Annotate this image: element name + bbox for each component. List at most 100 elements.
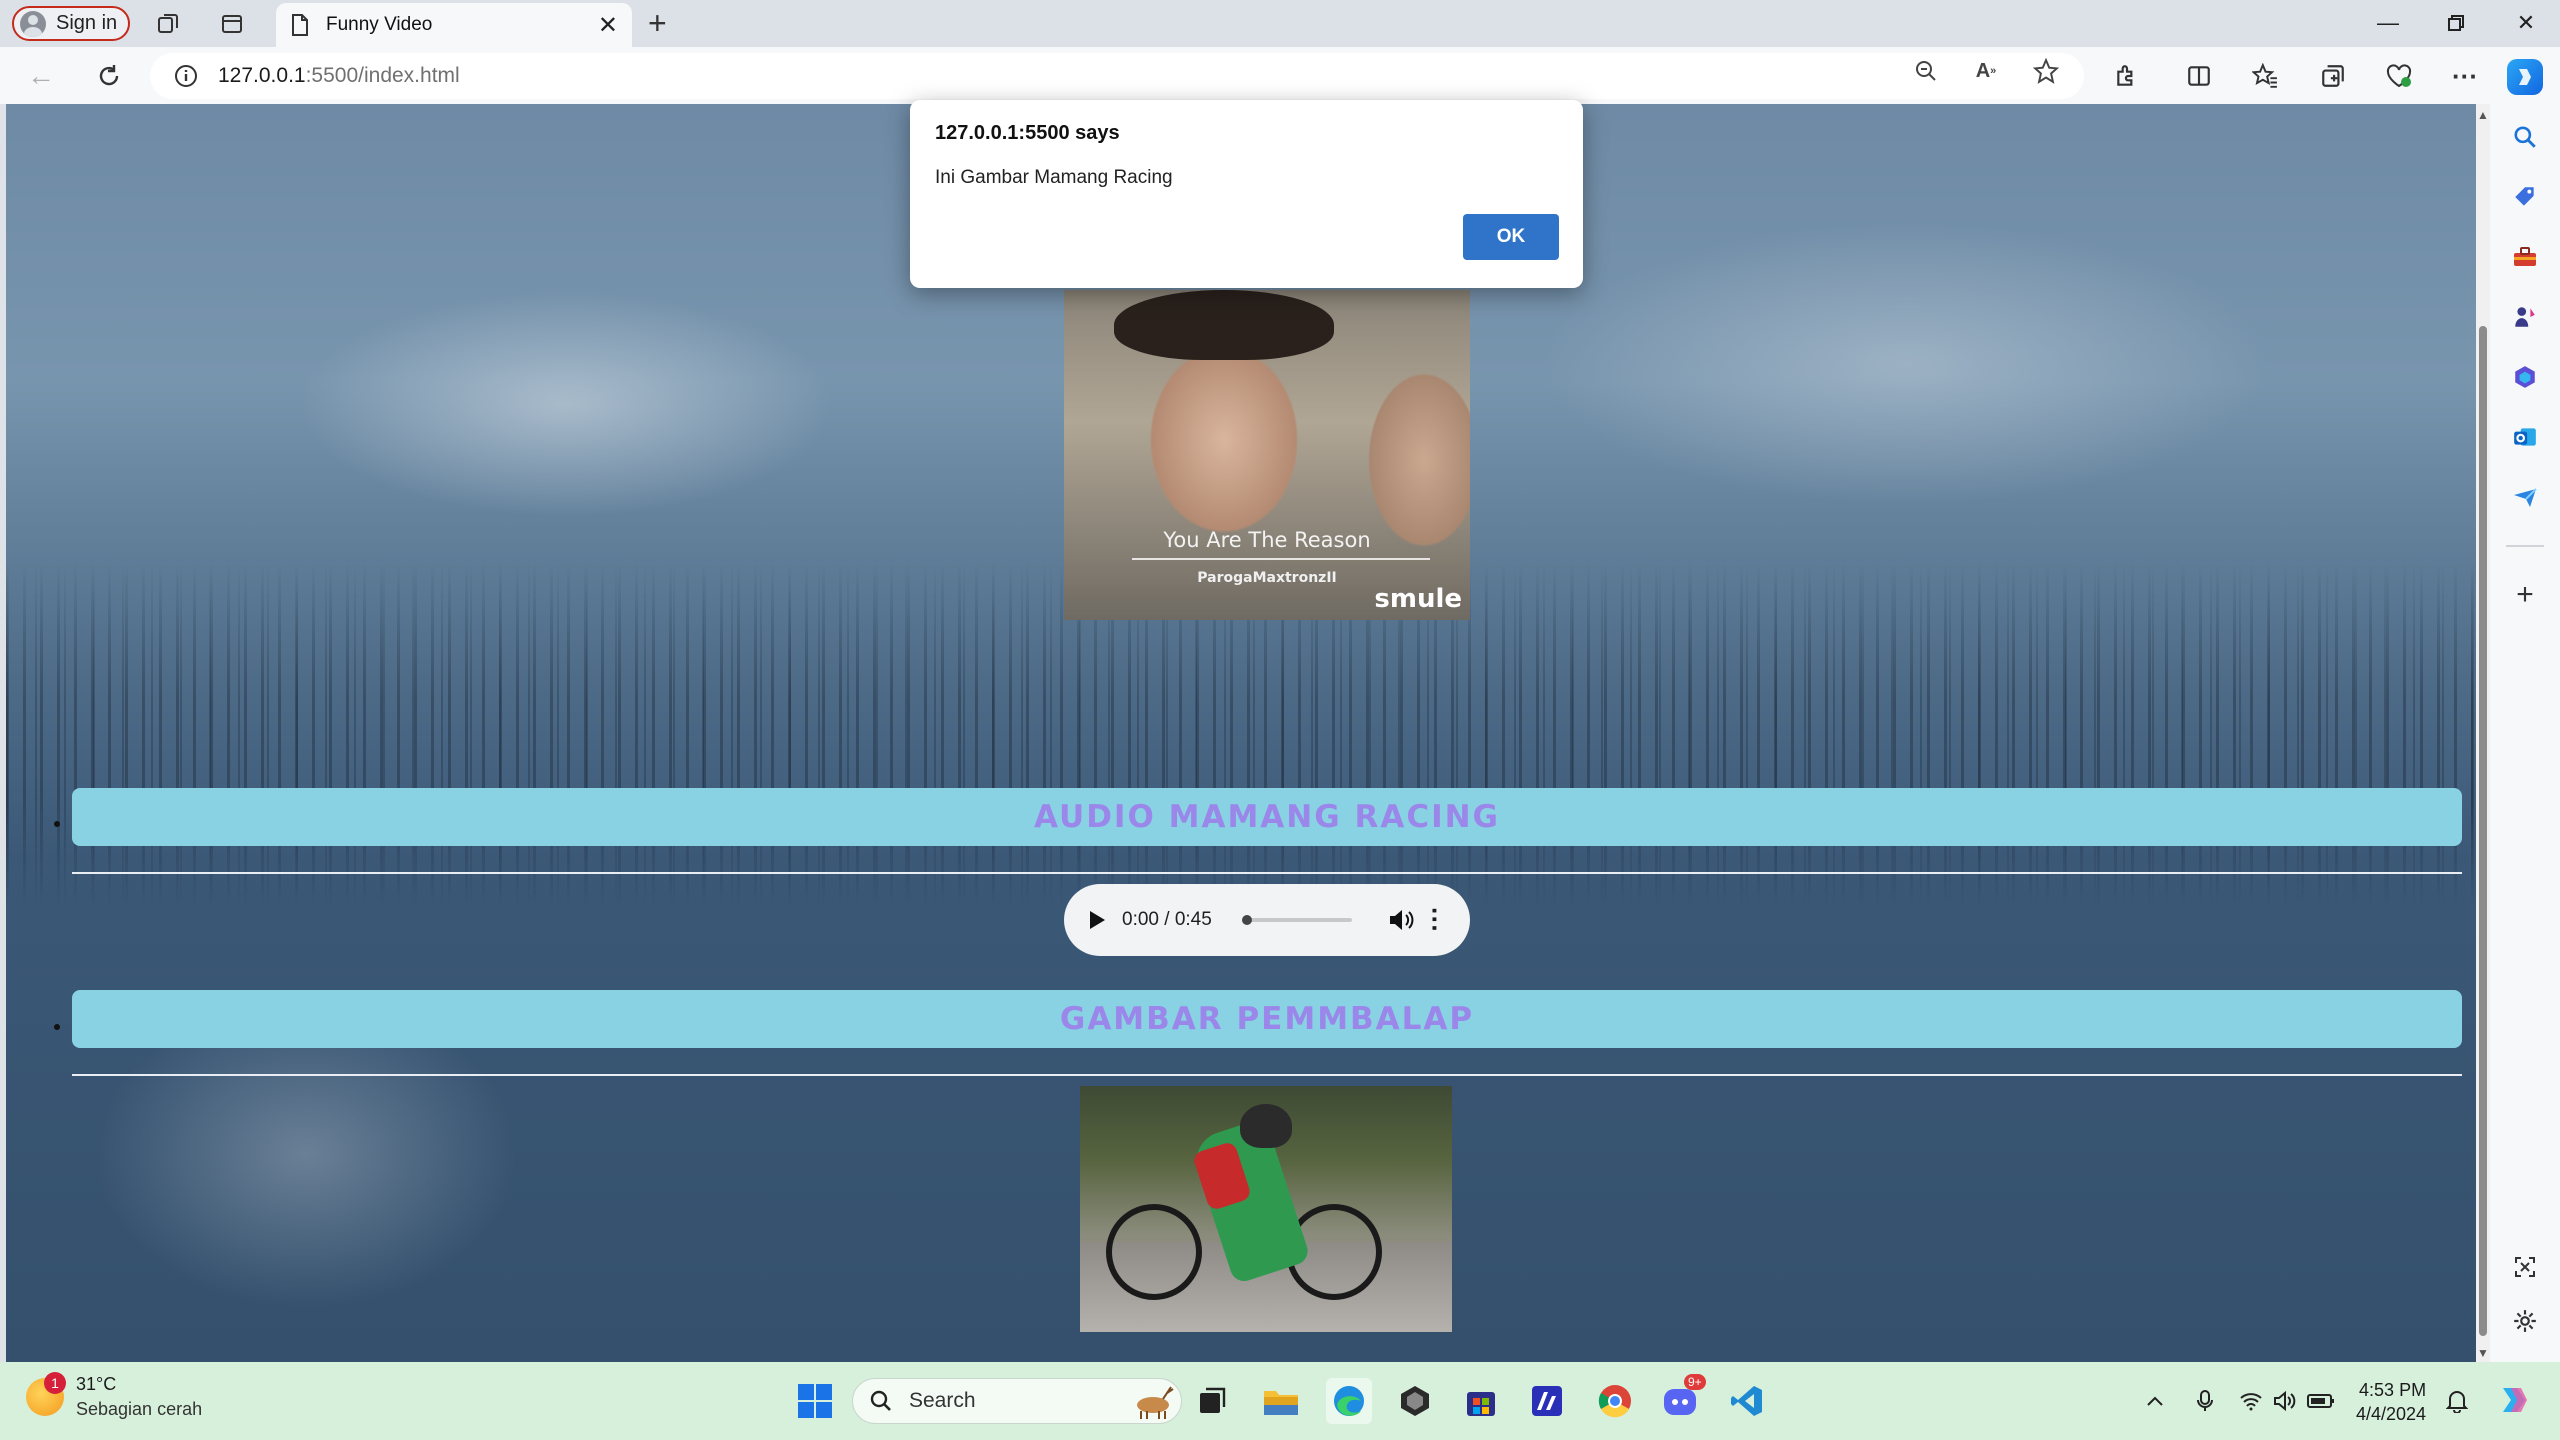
close-window-button[interactable]: ✕ bbox=[2506, 10, 2546, 36]
tab-funny-video[interactable]: Funny Video ✕ bbox=[276, 3, 632, 47]
copilot-taskbar-icon[interactable] bbox=[2494, 1382, 2534, 1418]
page-scrollbar[interactable]: ▲ ▼ bbox=[2476, 104, 2490, 1362]
profile-sign-in-button[interactable]: Sign in bbox=[12, 6, 130, 41]
microsoft-store-icon[interactable] bbox=[1458, 1378, 1504, 1424]
browser-tab-strip: Sign in Funny Video ✕ + — ✕ bbox=[0, 0, 2560, 47]
tools-toolbox-icon[interactable] bbox=[2507, 239, 2543, 275]
alert-dialog: 127.0.0.1:5500 says Ini Gambar Mamang Ra… bbox=[910, 100, 1583, 288]
taskbar-search-placeholder: Search bbox=[909, 1389, 976, 1412]
site-info-icon[interactable] bbox=[174, 64, 198, 88]
tab-close-icon[interactable]: ✕ bbox=[598, 11, 618, 40]
minimize-button[interactable]: — bbox=[2368, 10, 2408, 36]
task-view-icon[interactable] bbox=[1190, 1378, 1236, 1424]
search-icon[interactable] bbox=[2507, 119, 2543, 155]
weather-widget[interactable]: 1 31°C Sebagian cerah bbox=[26, 1372, 203, 1420]
games-icon[interactable] bbox=[2507, 299, 2543, 335]
vertical-tabs-icon[interactable] bbox=[216, 8, 248, 40]
clock-time: 4:53 PM bbox=[2359, 1380, 2427, 1400]
microphone-icon[interactable] bbox=[2190, 1386, 2220, 1416]
new-tab-button[interactable]: + bbox=[648, 7, 667, 39]
audio-time: 0:00 / 0:45 bbox=[1122, 909, 1212, 930]
refresh-icon[interactable] bbox=[92, 59, 126, 93]
taskbar-search-box[interactable]: Search bbox=[852, 1378, 1182, 1424]
video-caption: You Are The Reason bbox=[1163, 528, 1371, 552]
restore-button[interactable] bbox=[2436, 10, 2476, 36]
volume-tray-icon[interactable] bbox=[2270, 1386, 2300, 1416]
section-title: GAMBAR PEMMBALAP bbox=[1059, 1001, 1475, 1037]
video-person-hair bbox=[1114, 290, 1334, 360]
chrome-icon[interactable] bbox=[1592, 1378, 1638, 1424]
section-title: AUDIO MAMANG RACING bbox=[1033, 799, 1501, 835]
send-drop-icon[interactable] bbox=[2507, 479, 2543, 515]
vscode-icon[interactable] bbox=[1724, 1378, 1770, 1424]
address-bar[interactable]: 127.0.0.1:5500/index.html bbox=[150, 53, 2084, 99]
unity-hub-icon[interactable] bbox=[1392, 1378, 1438, 1424]
extensions-icon[interactable] bbox=[2110, 59, 2144, 93]
section-divider bbox=[72, 872, 2462, 874]
tray-overflow-chevron-icon[interactable] bbox=[2140, 1386, 2170, 1416]
volume-icon[interactable] bbox=[1388, 908, 1414, 932]
collections-icon[interactable] bbox=[2316, 59, 2350, 93]
windows-taskbar: 1 31°C Sebagian cerah Search 9+ 4:53 PM … bbox=[0, 1362, 2560, 1440]
url-text: 127.0.0.1:5500/index.html bbox=[218, 64, 460, 87]
audio-progress-thumb[interactable] bbox=[1242, 915, 1252, 925]
address-toolbar: ← 127.0.0.1:5500/index.html A» ··· bbox=[0, 47, 2560, 104]
weather-description: Sebagian cerah bbox=[76, 1399, 203, 1419]
smule-logo: smule bbox=[1374, 584, 1462, 614]
battery-icon[interactable] bbox=[2306, 1386, 2336, 1416]
sign-in-label: Sign in bbox=[56, 12, 118, 34]
wifi-icon[interactable] bbox=[2236, 1386, 2266, 1416]
racer-rear-wheel bbox=[1106, 1204, 1202, 1300]
browser-essentials-icon[interactable] bbox=[2382, 59, 2416, 93]
windows-start-icon[interactable] bbox=[792, 1378, 838, 1424]
play-icon[interactable] bbox=[1088, 910, 1106, 930]
audio-player[interactable]: 0:00 / 0:45 ··· bbox=[1064, 884, 1470, 956]
video-thumbnail[interactable]: You Are The Reason ParogaMaxtronzII smul… bbox=[1064, 290, 1470, 620]
split-screen-icon[interactable] bbox=[2182, 59, 2216, 93]
favorites-icon[interactable] bbox=[2248, 59, 2282, 93]
zoom-icon[interactable] bbox=[1912, 57, 1940, 85]
audio-more-options-icon[interactable]: ··· bbox=[1420, 907, 1450, 933]
add-sidebar-app-icon[interactable]: + bbox=[2507, 577, 2543, 613]
scrollbar-thumb[interactable] bbox=[2479, 326, 2487, 1336]
settings-more-icon[interactable]: ··· bbox=[2448, 59, 2482, 93]
sidebar-divider bbox=[2506, 545, 2544, 547]
scroll-up-arrow-icon[interactable]: ▲ bbox=[2476, 108, 2490, 122]
racer-helmet bbox=[1240, 1104, 1292, 1148]
shopping-tag-icon[interactable] bbox=[2507, 179, 2543, 215]
racer-image bbox=[1080, 1086, 1452, 1332]
weather-temperature: 31°C bbox=[76, 1374, 117, 1394]
tab-title: Funny Video bbox=[326, 14, 433, 35]
dialog-title: 127.0.0.1:5500 says bbox=[935, 122, 1120, 144]
audio-progress-slider[interactable] bbox=[1242, 915, 1352, 925]
discord-badge: 9+ bbox=[1684, 1374, 1706, 1390]
editor-app-icon[interactable] bbox=[1524, 1378, 1570, 1424]
file-explorer-icon[interactable] bbox=[1258, 1378, 1304, 1424]
video-caption-divider bbox=[1132, 558, 1430, 560]
weather-notification-badge: 1 bbox=[44, 1372, 66, 1394]
screenshot-icon[interactable] bbox=[2507, 1249, 2543, 1285]
edge-sidebar: + bbox=[2490, 47, 2560, 1362]
search-highlight-deer-icon bbox=[1137, 1386, 1174, 1419]
dialog-ok-button[interactable]: OK bbox=[1463, 214, 1559, 260]
discord-icon[interactable]: 9+ bbox=[1658, 1374, 1706, 1424]
favorite-star-icon[interactable] bbox=[2032, 57, 2060, 85]
copilot-icon[interactable] bbox=[2507, 59, 2543, 95]
clock-date: 4/4/2024 bbox=[2356, 1404, 2427, 1424]
notification-bell-icon[interactable] bbox=[2442, 1386, 2472, 1416]
sidebar-settings-gear-icon[interactable] bbox=[2507, 1303, 2543, 1339]
dialog-message: Ini Gambar Mamang Racing bbox=[935, 167, 1173, 188]
weather-sun-icon: 1 bbox=[26, 1372, 66, 1416]
read-aloud-icon[interactable]: A» bbox=[1972, 57, 2000, 85]
back-icon[interactable]: ← bbox=[24, 59, 58, 93]
scroll-down-arrow-icon[interactable]: ▼ bbox=[2476, 1346, 2490, 1360]
outlook-icon[interactable] bbox=[2507, 419, 2543, 455]
workspaces-icon[interactable] bbox=[152, 8, 184, 40]
microsoft-365-icon[interactable] bbox=[2507, 359, 2543, 395]
section-heading-image: GAMBAR PEMMBALAP bbox=[72, 990, 2462, 1048]
profile-avatar-icon bbox=[20, 10, 46, 37]
taskbar-search-icon bbox=[870, 1390, 891, 1411]
edge-browser-icon[interactable] bbox=[1326, 1378, 1372, 1424]
page-viewport: You Are The Reason ParogaMaxtronzII smul… bbox=[6, 104, 2476, 1362]
taskbar-clock[interactable]: 4:53 PM 4/4/2024 bbox=[2356, 1378, 2426, 1426]
